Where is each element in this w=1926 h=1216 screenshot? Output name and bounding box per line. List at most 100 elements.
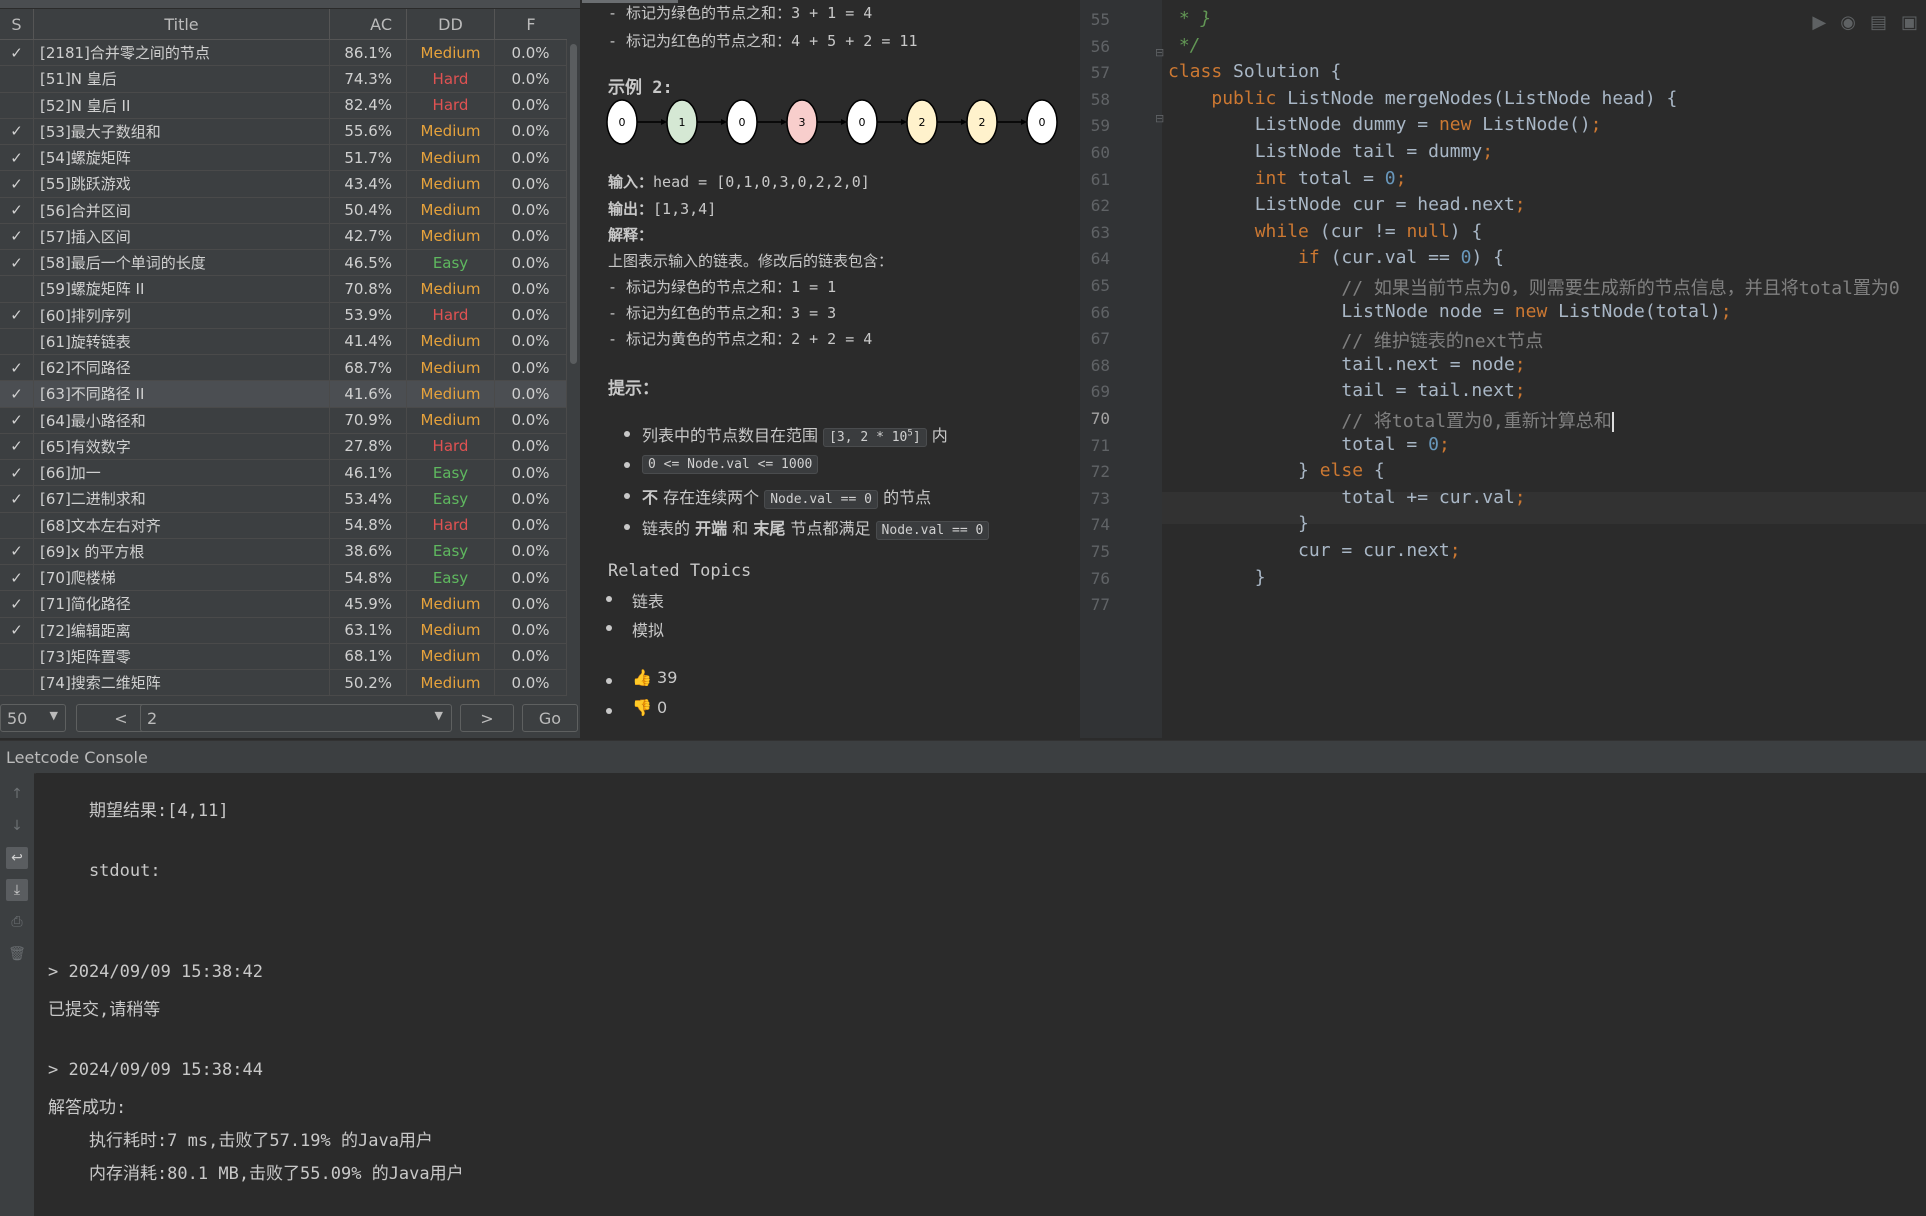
dislikes-button[interactable]: 👎 0: [632, 698, 667, 717]
list-node-value: 2: [919, 116, 926, 129]
code-line[interactable]: }: [1168, 513, 1309, 534]
column-header-title[interactable]: Title: [34, 9, 330, 39]
scroll-to-end-icon[interactable]: ⤓: [6, 879, 28, 901]
difficulty-badge: Easy: [407, 250, 495, 276]
line-number: 61: [1090, 169, 1110, 189]
fold-icon[interactable]: ⊟: [1155, 46, 1164, 59]
table-row[interactable]: [68]文本左右对齐 54.8% Hard 0.0%: [0, 512, 567, 539]
line-number: 60: [1090, 143, 1110, 162]
status-check: ✓: [0, 171, 34, 197]
column-header-difficulty[interactable]: DD: [407, 9, 495, 39]
table-row[interactable]: ✓ [70]爬楼梯 54.8% Easy 0.0%: [0, 565, 567, 592]
list-arrow-head: [901, 119, 907, 125]
line-number: 76: [1090, 568, 1110, 588]
code-line[interactable]: ListNode node = new ListNode(total);: [1168, 301, 1731, 322]
acceptance-rate: 51.7%: [330, 145, 407, 171]
submit-icon[interactable]: ▤: [1870, 12, 1887, 33]
acceptance-rate: 50.4%: [330, 197, 407, 223]
table-row[interactable]: [52]N 皇后 II 82.4% Hard 0.0%: [0, 92, 567, 119]
code-line[interactable]: tail = tail.next;: [1168, 380, 1525, 401]
pagination-bar: 50 ▼ < 2 ▼ > Go: [0, 704, 580, 734]
code-line[interactable]: if (cur.val == 0) {: [1168, 247, 1504, 268]
table-row[interactable]: ✓ [67]二进制求和 53.4% Easy 0.0%: [0, 486, 567, 513]
code-line[interactable]: // 如果当前节点为0，则需要生成新的节点信息，并且将total置为0: [1168, 274, 1899, 300]
table-row[interactable]: ✓ [55]跳跃游戏 43.4% Medium 0.0%: [0, 171, 567, 198]
table-row[interactable]: ✓ [66]加一 46.1% Easy 0.0%: [0, 460, 567, 487]
test-icon[interactable]: ▣: [1901, 12, 1918, 33]
table-row[interactable]: ✓ [62]不同路径 68.7% Medium 0.0%: [0, 355, 567, 382]
difficulty-badge: Hard: [407, 512, 495, 538]
column-header-status[interactable]: S: [0, 9, 34, 39]
problem-title: [73]矩阵置零: [34, 643, 330, 669]
fold-icon[interactable]: ⊟: [1155, 112, 1164, 125]
table-row[interactable]: ✓ [60]排列序列 53.9% Hard 0.0%: [0, 302, 567, 329]
code-line[interactable]: ListNode dummy = new ListNode();: [1168, 114, 1602, 135]
console-output[interactable]: 期望结果:[4,11] stdout: > 2024/09/09 15:38:4…: [36, 773, 1926, 1216]
column-header-acceptance[interactable]: AC: [330, 9, 407, 39]
go-button[interactable]: Go: [522, 704, 578, 732]
table-row[interactable]: [73]矩阵置零 68.1% Medium 0.0%: [0, 643, 567, 670]
table-row[interactable]: ✓ [63]不同路径 II 41.6% Medium 0.0%: [0, 381, 567, 408]
topic-link[interactable]: 链表: [632, 588, 664, 612]
code-line[interactable]: */: [1168, 35, 1201, 56]
print-icon[interactable]: ⎙: [6, 911, 28, 933]
code-line[interactable]: int total = 0;: [1168, 168, 1407, 189]
likes-button[interactable]: 👍 39: [632, 668, 677, 687]
difficulty-badge: Hard: [407, 92, 495, 118]
page-number-select[interactable]: 2 ▼: [140, 704, 452, 732]
code-line[interactable]: total += cur.val;: [1168, 487, 1525, 508]
code-line[interactable]: ListNode cur = head.next;: [1168, 194, 1526, 215]
code-line[interactable]: } else {: [1168, 460, 1385, 481]
page-size-select[interactable]: 50 ▼: [0, 704, 66, 732]
next-page-button[interactable]: >: [460, 704, 514, 732]
status-check: ✓: [0, 433, 34, 459]
code-line[interactable]: ListNode tail = dummy;: [1168, 141, 1493, 162]
topic-link[interactable]: 模拟: [632, 617, 664, 641]
table-row[interactable]: ✓ [58]最后一个单词的长度 46.5% Easy 0.0%: [0, 250, 567, 277]
code-line[interactable]: cur = cur.next;: [1168, 540, 1461, 561]
list-scrollbar[interactable]: [569, 40, 578, 696]
acceptance-rate: 74.3%: [330, 66, 407, 92]
table-row[interactable]: ✓ [57]插入区间 42.7% Medium 0.0%: [0, 223, 567, 250]
table-row[interactable]: ✓ [72]编辑距离 63.1% Medium 0.0%: [0, 617, 567, 644]
column-header-frequency[interactable]: F: [495, 9, 567, 39]
status-check: ✓: [0, 565, 34, 591]
table-row[interactable]: ✓ [2181]合并零之间的节点 86.1% Medium 0.0%: [0, 40, 567, 67]
input-value: head = [0,1,0,3,0,2,2,0]: [653, 173, 870, 191]
table-row[interactable]: ✓ [71]简化路径 45.9% Medium 0.0%: [0, 591, 567, 618]
table-row[interactable]: [61]旋转链表 41.4% Medium 0.0%: [0, 328, 567, 355]
code-line[interactable]: * }: [1168, 8, 1212, 29]
scroll-down-icon[interactable]: ↓: [6, 815, 28, 837]
bullet-icon: [606, 708, 612, 714]
table-row[interactable]: ✓ [65]有效数字 27.8% Hard 0.0%: [0, 433, 567, 460]
code-line[interactable]: }: [1168, 567, 1266, 588]
code-line[interactable]: class Solution {: [1168, 61, 1341, 82]
code-line[interactable]: // 维护链表的next节点: [1168, 327, 1543, 353]
table-row[interactable]: ✓ [69]x 的平方根 38.6% Easy 0.0%: [0, 538, 567, 565]
table-row[interactable]: [51]N 皇后 74.3% Hard 0.0%: [0, 66, 567, 93]
code-line[interactable]: tail.next = node;: [1168, 354, 1525, 375]
code-line[interactable]: // 将total置为0,重新计算总和: [1168, 407, 1614, 433]
run-icon[interactable]: ▶: [1812, 12, 1826, 33]
list-scrollbar-thumb[interactable]: [570, 44, 577, 364]
frequency-value: 0.0%: [495, 118, 567, 144]
trash-icon[interactable]: 🗑: [6, 943, 28, 965]
code-editor[interactable]: 55 56 57 58 59 60 61 62 63 64 65 66 67 68 69 70 71 72 73 74…: [1080, 0, 1926, 738]
table-row[interactable]: [74]搜索二维矩阵 50.2% Medium 0.0%: [0, 670, 567, 696]
table-row[interactable]: ✓ [54]螺旋矩阵 51.7% Medium 0.0%: [0, 145, 567, 172]
frequency-value: 0.0%: [495, 302, 567, 328]
table-row[interactable]: ✓ [64]最小路径和 70.9% Medium 0.0%: [0, 407, 567, 434]
soft-wrap-icon[interactable]: ↩: [6, 847, 28, 869]
code-line[interactable]: while (cur != null) {: [1168, 221, 1483, 242]
difficulty-badge: Hard: [407, 302, 495, 328]
table-row[interactable]: ✓ [53]最大子数组和 55.6% Medium 0.0%: [0, 118, 567, 145]
code-line[interactable]: public ListNode mergeNodes(ListNode head…: [1168, 88, 1677, 109]
acceptance-rate: 55.6%: [330, 118, 407, 144]
line-number: 66: [1090, 302, 1110, 322]
scroll-up-icon[interactable]: ↑: [6, 783, 28, 805]
table-row[interactable]: [59]螺旋矩阵 II 70.8% Medium 0.0%: [0, 276, 567, 303]
table-row[interactable]: ✓ [56]合并区间 50.4% Medium 0.0%: [0, 197, 567, 224]
frequency-value: 0.0%: [495, 512, 567, 538]
code-line[interactable]: total = 0;: [1168, 434, 1449, 455]
debug-icon[interactable]: ◉: [1840, 12, 1856, 33]
